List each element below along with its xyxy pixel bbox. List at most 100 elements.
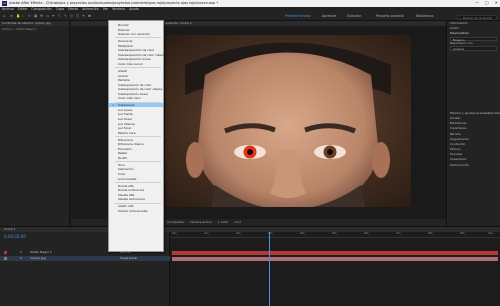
blend-mode-item[interactable]: Multiplicar — [109, 44, 163, 48]
layer-mode-dropdown[interactable]: Superponer — [120, 256, 138, 261]
menu-capa[interactable]: Capa — [56, 8, 64, 11]
roto-brush-tool-icon[interactable]: ✦ — [82, 14, 86, 19]
views-dropdown[interactable]: 1 vista — [218, 221, 228, 224]
timeline-tracks: 00s 01s 02s 03s 04s 05s 06s 07s 08s 09s … — [170, 232, 500, 306]
blend-mode-item[interactable]: Color — [109, 172, 163, 176]
pan-behind-tool-icon[interactable]: ✥ — [40, 14, 44, 19]
blend-mode-item[interactable]: Luz fuerte — [109, 112, 163, 116]
blend-mode-item[interactable]: Normal — [109, 23, 163, 27]
menu-animacion[interactable]: Animación — [82, 8, 99, 11]
ruler-tick: 10s — [488, 232, 493, 235]
ruler-tick: 01s — [204, 232, 209, 235]
ruler-tick: 00s — [172, 232, 177, 235]
brush-tool-icon[interactable]: ✎ — [64, 14, 68, 19]
home-icon[interactable]: ⌂ — [3, 14, 7, 19]
blend-mode-item[interactable]: Exclusión — [109, 147, 163, 151]
layer-name[interactable]: Sólido Negro 1 — [30, 250, 52, 255]
ruler-tick: 07s — [396, 232, 401, 235]
blend-mode-item[interactable]: Diferencia — [109, 138, 163, 142]
blend-mode-item[interactable]: Premul luminiscente — [109, 209, 163, 213]
workspace-small-screen[interactable]: Pequeña pantalla — [376, 14, 404, 18]
blend-mode-item[interactable]: Silueta alfa — [109, 193, 163, 197]
blend-mode-item[interactable]: Restar — [109, 151, 163, 155]
blend-mode-item[interactable]: Luminosidad — [109, 177, 163, 181]
layer-duration-bar[interactable] — [172, 256, 498, 261]
blend-mode-item[interactable]: Disolver — [109, 28, 163, 32]
exposure-value[interactable]: +0,0 — [234, 221, 241, 224]
blend-mode-item[interactable]: Subexposición de color clásica — [109, 87, 163, 91]
selection-tool-icon[interactable]: ➤ — [10, 14, 14, 19]
blend-mode-item[interactable]: Dorsal alfa — [109, 184, 163, 188]
blend-mode-item[interactable]: Pantalla — [109, 78, 163, 82]
layer-name[interactable]: rojoojo.jpg — [30, 256, 46, 261]
workspace-default[interactable]: Predeterminado — [285, 14, 310, 18]
face-photo — [165, 35, 411, 207]
camera-tool-icon[interactable]: ▣ — [34, 14, 38, 19]
zoom-tool-icon[interactable]: ⌕ — [22, 14, 26, 19]
playhead-indicator[interactable] — [269, 232, 270, 306]
effect-controls-comp-label: Comp 1 • Sólido Negro 1 — [2, 27, 37, 31]
menu-ventana[interactable]: Ventana — [112, 8, 125, 11]
blend-mode-item[interactable]: Luz intensa — [109, 122, 163, 126]
rotate-tool-icon[interactable]: ↻ — [28, 14, 32, 19]
blend-mode-item[interactable]: Sobreexposición de color clásico — [109, 53, 165, 57]
close-button[interactable]: ✕ — [495, 1, 498, 5]
blend-mode-item[interactable]: Subexposición de color — [109, 83, 163, 87]
blend-mode-item[interactable]: Color más claro — [109, 96, 163, 100]
blend-mode-item[interactable]: ✓ Superponer — [109, 103, 163, 108]
layer-duration-bar[interactable] — [172, 250, 498, 255]
workspace-standard[interactable]: Estándar — [347, 14, 361, 18]
right-panels-stack: Información Audio Previsualizar Ninguno … — [446, 21, 500, 226]
current-timecode[interactable]: 0;00;02;00 — [4, 235, 26, 239]
menu-efecto[interactable]: Efecto — [68, 8, 78, 11]
hand-tool-icon[interactable]: ✋ — [16, 14, 20, 19]
eraser-tool-icon[interactable]: ◫ — [76, 14, 80, 19]
layer-number: 1 — [20, 250, 22, 254]
blend-mode-item[interactable]: Sobreexposición lineal — [109, 57, 163, 61]
workspace-libraries[interactable]: Bibliotecas — [416, 14, 433, 18]
blend-mode-item[interactable]: Saturación — [109, 167, 163, 171]
blend-mode-item[interactable]: Color más oscuro — [109, 62, 163, 66]
pen-tool-icon[interactable]: ✒ — [52, 14, 56, 19]
menu-ayuda[interactable]: Ayuda — [129, 8, 139, 11]
checkmark-icon: ✓ — [112, 103, 115, 108]
blend-mode-item[interactable]: Dividir — [109, 156, 163, 160]
blend-mode-item[interactable]: Oscurecer — [109, 39, 163, 43]
blend-mode-item[interactable]: Mezcla dura — [109, 131, 163, 135]
blend-mode-item-label: Superponer — [118, 103, 135, 108]
tools-toolbar: ⌂ ➤ ✋ ⌕ ↻ ▣ ✥ ▭ ✒ T ✎ ⎙ ◫ ✦ ✱ Predetermi… — [0, 13, 500, 21]
menu-editar[interactable]: Editar — [18, 8, 27, 11]
rectangle-tool-icon[interactable]: ▭ — [46, 14, 50, 19]
maximize-button[interactable]: □ — [485, 1, 489, 5]
blend-mode-item[interactable]: Luz lineal — [109, 117, 163, 121]
stamp-tool-icon[interactable]: ⎙ — [70, 14, 74, 19]
blend-mode-item[interactable]: Luz focal — [109, 126, 163, 130]
menu-ver[interactable]: Ver — [103, 8, 108, 11]
resolution-dropdown[interactable]: (Completa) — [167, 221, 184, 224]
time-ruler[interactable]: 00s 01s 02s 03s 04s 05s 06s 07s 08s 09s … — [170, 232, 500, 238]
blend-mode-item[interactable]: Sobreexposición de color — [109, 48, 163, 52]
blend-mode-item[interactable]: Subexposición lineal — [109, 92, 163, 96]
blend-mode-menu: Normal Disolver Disolver con variación Oscu… — [108, 20, 165, 252]
blend-mode-item[interactable]: Añadir — [109, 69, 163, 73]
wiggler-panel[interactable]: Deformación — [447, 163, 500, 168]
blend-mode-item[interactable]: Silueta luminancia — [109, 197, 163, 201]
workspace-learn[interactable]: Aprender — [322, 14, 337, 18]
blend-mode-item[interactable]: Tono — [109, 163, 163, 167]
puppet-tool-icon[interactable]: ✱ — [88, 14, 92, 19]
timeline-panel: Comp 1 0;00;02;00 1 Sólido Negro 1 Norma… — [0, 226, 500, 306]
blend-mode-item[interactable]: Aclarar — [109, 74, 163, 78]
active-camera-dropdown[interactable]: Cámara activa — [190, 221, 212, 224]
menu-archivo[interactable]: Archivo — [2, 8, 14, 11]
blend-mode-item[interactable]: añadir alfa — [109, 204, 163, 208]
blend-mode-item[interactable]: Disolver con variación — [109, 32, 163, 36]
minimize-button[interactable]: — — [475, 1, 479, 5]
layer-row[interactable]: 2 rojoojo.jpg Superponer — [0, 256, 170, 261]
layer-number: 2 — [20, 256, 22, 260]
blend-mode-item[interactable]: Luz suave — [109, 108, 163, 112]
search-help-field[interactable]: ⌕ Buscar en la Ayuda — [457, 14, 497, 20]
blend-mode-item[interactable]: Dorsal luminancia — [109, 188, 163, 192]
text-tool-icon[interactable]: T — [58, 14, 62, 19]
blend-mode-item[interactable]: Diferencia clásica — [109, 142, 163, 146]
menu-composicion[interactable]: Composición — [31, 8, 51, 11]
